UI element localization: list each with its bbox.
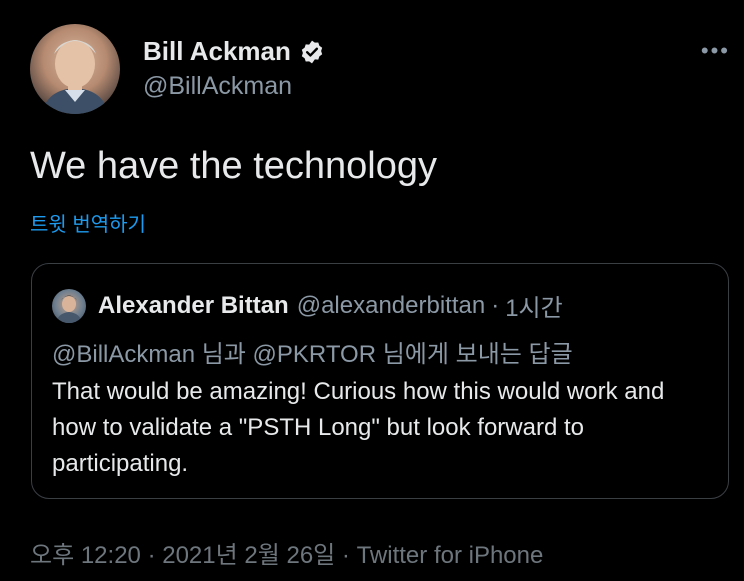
- author-name-row[interactable]: Bill Ackman: [143, 36, 325, 67]
- quoted-avatar-portrait-icon: [56, 295, 82, 323]
- quoted-tweet-time[interactable]: 1시간: [505, 288, 563, 323]
- separator-dot: ·: [491, 291, 500, 319]
- quoted-author-handle[interactable]: @alexanderbittan: [297, 292, 485, 320]
- quoted-reply-context: @BillAckman 님과 @PKRTOR 님에게 보내는 답글: [52, 341, 573, 368]
- verified-badge-icon: [301, 40, 323, 63]
- author-avatar[interactable]: [30, 24, 120, 114]
- quoted-tweet-text: That would be amazing! Curious how this …: [52, 378, 665, 477]
- quoted-author-avatar[interactable]: [52, 288, 86, 323]
- quoted-tweet[interactable]: Alexander Bittan @alexanderbittan · 1시간 …: [31, 263, 729, 499]
- more-options-icon[interactable]: •••: [701, 38, 730, 64]
- quoted-tweet-header: Alexander Bittan @alexanderbittan · 1시간: [52, 288, 563, 323]
- author-handle[interactable]: @BillAckman: [143, 72, 292, 101]
- separator-dot: ·: [341, 542, 350, 569]
- translate-tweet-link[interactable]: 트윗 번역하기: [30, 208, 146, 237]
- avatar-portrait-icon: [42, 40, 108, 114]
- tweet-time[interactable]: 오후 12:20: [30, 542, 141, 569]
- separator-dot: ·: [147, 542, 156, 569]
- quoted-author-name[interactable]: Alexander Bittan: [98, 292, 289, 320]
- author-display-name[interactable]: Bill Ackman: [143, 36, 291, 67]
- tweet-metadata: 오후 12:20 · 2021년 2월 26일 · Twitter for iP…: [30, 535, 543, 570]
- tweet-header: Bill Ackman @BillAckman •••: [30, 24, 730, 116]
- tweet-source[interactable]: Twitter for iPhone: [357, 542, 544, 569]
- tweet-text: We have the technology: [30, 145, 438, 187]
- tweet-date[interactable]: 2021년 2월 26일: [162, 542, 335, 569]
